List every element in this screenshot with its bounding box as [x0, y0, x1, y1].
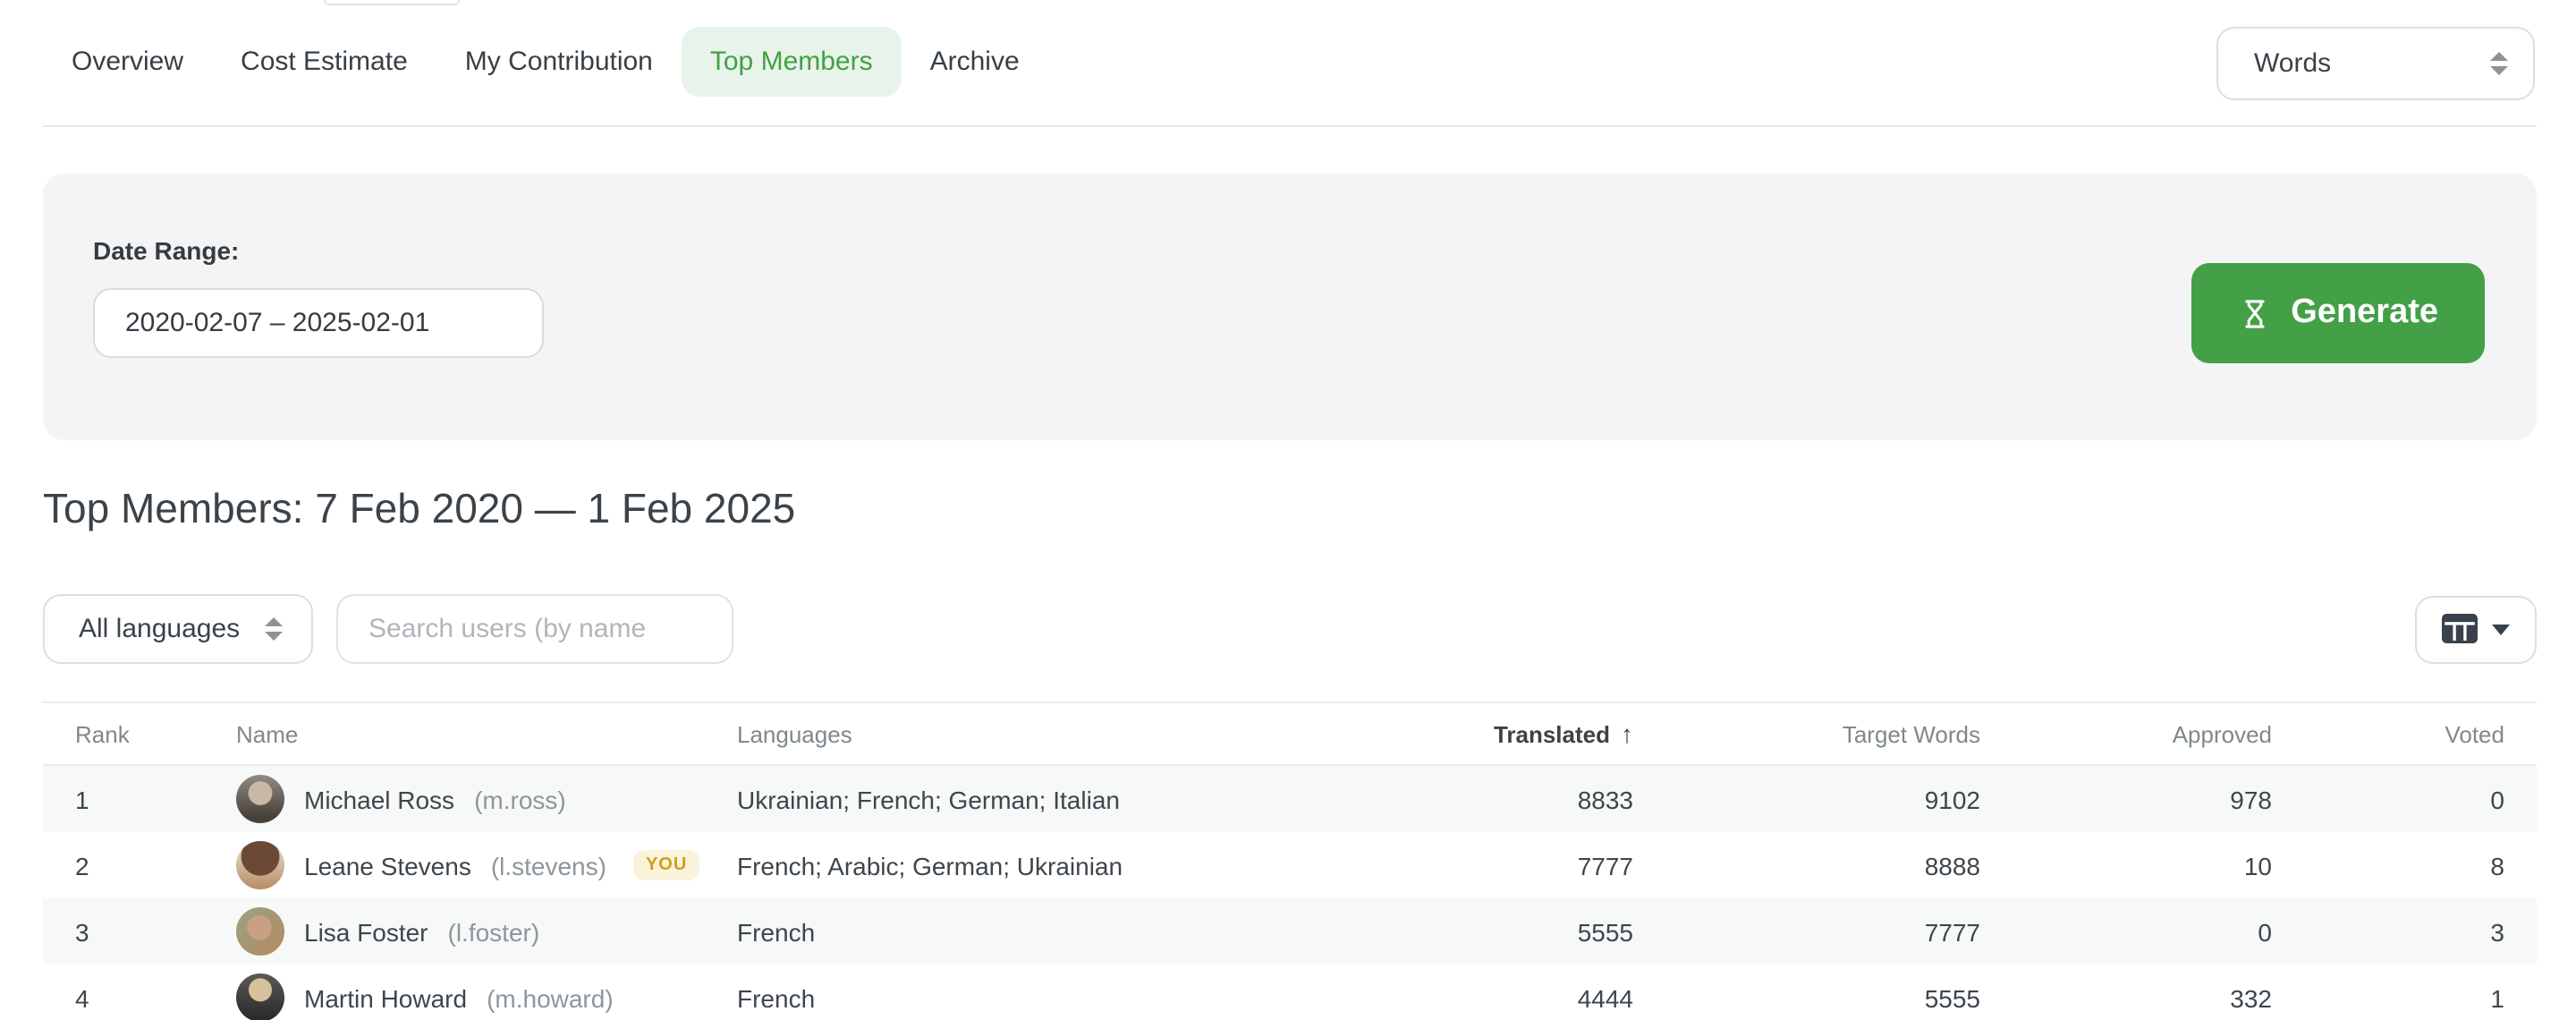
member-name[interactable]: Lisa Foster — [304, 917, 428, 946]
avatar — [236, 775, 284, 823]
page-title: Top Members: 7 Feb 2020 — 1 Feb 2025 — [43, 481, 2537, 535]
member-username: (l.foster) — [448, 917, 540, 946]
table-row[interactable]: 4 Martin Howard (m.howard) French 4444 5… — [43, 965, 2537, 1020]
hourglass-icon — [2237, 296, 2271, 330]
tab-overview[interactable]: Overview — [43, 27, 212, 97]
col-header-approved[interactable]: Approved — [1980, 720, 2272, 747]
rank-cell: 3 — [75, 917, 236, 946]
column-settings-button[interactable] — [2415, 595, 2537, 663]
voted-cell: 1 — [2272, 983, 2504, 1012]
caret-down-icon — [2492, 624, 2510, 634]
name-cell: Lisa Foster (l.foster) — [236, 907, 737, 956]
approved-cell: 0 — [1980, 917, 2272, 946]
rank-cell: 4 — [75, 983, 236, 1012]
date-range-label: Date Range: — [93, 236, 2537, 265]
report-tabs: Overview Cost Estimate My Contribution T… — [43, 0, 2537, 127]
languages-cell: French — [737, 983, 1401, 1012]
target-words-cell: 8888 — [1633, 851, 1980, 880]
translated-cell: 8833 — [1401, 785, 1633, 813]
generate-button-label: Generate — [2291, 293, 2438, 333]
updown-arrows-icon — [265, 617, 283, 641]
languages-cell: French — [737, 917, 1401, 946]
approved-cell: 10 — [1980, 851, 2272, 880]
generate-button[interactable]: Generate — [2190, 263, 2485, 363]
tab-archive[interactable]: Archive — [902, 27, 1048, 97]
avatar — [236, 841, 284, 889]
member-username: (m.howard) — [487, 983, 614, 1012]
col-header-voted[interactable]: Voted — [2272, 720, 2504, 747]
voted-cell: 0 — [2272, 785, 2504, 813]
languages-cell: French; Arabic; German; Ukrainian — [737, 851, 1401, 880]
col-header-name[interactable]: Name — [236, 720, 737, 747]
date-range-input[interactable] — [93, 288, 544, 358]
table-header-row: Rank Name Languages Translated ↑ Target … — [43, 701, 2537, 766]
name-cell: Michael Ross (m.ross) — [236, 775, 737, 823]
table-row[interactable]: 3 Lisa Foster (l.foster) French 5555 777… — [43, 898, 2537, 965]
languages-cell: Ukrainian; French; German; Italian — [737, 785, 1401, 813]
table-row[interactable]: 1 Michael Ross (m.ross) Ukrainian; Frenc… — [43, 766, 2537, 832]
tab-my-contribution[interactable]: My Contribution — [436, 27, 682, 97]
member-username: (m.ross) — [474, 785, 566, 813]
you-badge: YOU — [633, 850, 699, 880]
approved-cell: 978 — [1980, 785, 2272, 813]
avatar — [236, 907, 284, 956]
voted-cell: 8 — [2272, 851, 2504, 880]
table-columns-icon — [2442, 614, 2478, 644]
member-name[interactable]: Michael Ross — [304, 785, 454, 813]
name-cell: Leane Stevens (l.stevens) YOU — [236, 841, 737, 889]
table-row[interactable]: 2 Leane Stevens (l.stevens) YOU French; … — [43, 832, 2537, 898]
report-generator-panel: Date Range: Generate — [43, 174, 2537, 440]
unit-select[interactable]: Words — [2216, 27, 2535, 100]
target-words-cell: 5555 — [1633, 983, 1980, 1012]
rank-cell: 1 — [75, 785, 236, 813]
language-filter-value: All languages — [79, 614, 240, 644]
language-filter-select[interactable]: All languages — [43, 594, 313, 664]
approved-cell: 332 — [1980, 983, 2272, 1012]
voted-cell: 3 — [2272, 917, 2504, 946]
target-words-cell: 7777 — [1633, 917, 1980, 946]
tab-top-members[interactable]: Top Members — [682, 27, 902, 97]
col-header-target-words[interactable]: Target Words — [1633, 720, 1980, 747]
translated-cell: 7777 — [1401, 851, 1633, 880]
col-header-translated[interactable]: Translated ↑ — [1401, 719, 1633, 748]
translated-cell: 5555 — [1401, 917, 1633, 946]
table-filters: All languages — [43, 594, 2537, 664]
col-header-rank[interactable]: Rank — [75, 720, 236, 747]
member-name[interactable]: Leane Stevens — [304, 851, 471, 880]
rank-cell: 2 — [75, 851, 236, 880]
tab-cost-estimate[interactable]: Cost Estimate — [212, 27, 436, 97]
member-username: (l.stevens) — [491, 851, 606, 880]
col-header-languages[interactable]: Languages — [737, 720, 1401, 747]
search-users-input[interactable] — [336, 594, 733, 664]
translated-cell: 4444 — [1401, 983, 1633, 1012]
unit-select-value: Words — [2254, 48, 2331, 79]
top-members-table: Rank Name Languages Translated ↑ Target … — [43, 701, 2537, 1020]
name-cell: Martin Howard (m.howard) — [236, 973, 737, 1020]
avatar — [236, 973, 284, 1020]
member-name[interactable]: Martin Howard — [304, 983, 467, 1012]
updown-arrows-icon — [2490, 52, 2508, 75]
target-words-cell: 9102 — [1633, 785, 1980, 813]
reports-page: Overview Cost Estimate My Contribution T… — [0, 0, 2576, 1020]
sort-ascending-icon: ↑ — [1621, 719, 1633, 748]
